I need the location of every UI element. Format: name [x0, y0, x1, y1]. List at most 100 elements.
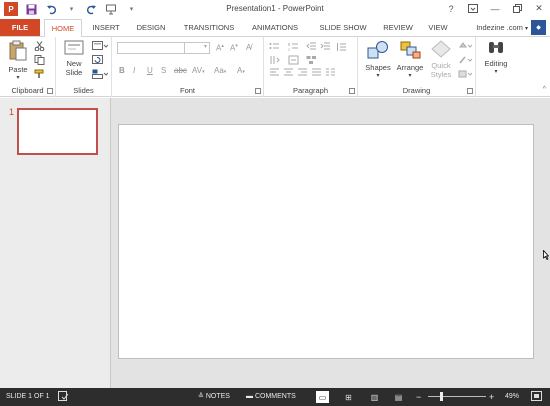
- paste-button[interactable]: Paste ▾: [4, 40, 32, 81]
- tab-transitions[interactable]: TRANSITIONS: [178, 19, 240, 36]
- shapes-icon: [364, 40, 392, 62]
- copy-icon[interactable]: [34, 55, 45, 65]
- window-controls: ? — ✕: [440, 0, 550, 17]
- clear-formatting-icon[interactable]: A̸: [246, 43, 251, 52]
- bold-icon[interactable]: B: [119, 66, 125, 75]
- font-launcher-icon[interactable]: [255, 88, 261, 94]
- drawing-group-label: Drawing: [402, 86, 431, 95]
- minimize-icon[interactable]: —: [484, 0, 506, 17]
- cut-icon[interactable]: [34, 41, 45, 52]
- shape-effects-icon[interactable]: [458, 69, 473, 79]
- spell-check-icon[interactable]: [58, 388, 69, 406]
- character-spacing-icon[interactable]: AV▾: [192, 66, 205, 75]
- convert-to-smartart-icon[interactable]: [306, 55, 317, 65]
- quick-styles-label-2: Styles: [430, 70, 452, 79]
- increase-indent-icon[interactable]: [320, 42, 331, 52]
- paste-label: Paste: [8, 65, 28, 74]
- shape-outline-icon[interactable]: [458, 55, 473, 65]
- align-text-icon[interactable]: [288, 55, 299, 65]
- tab-review[interactable]: REVIEW: [378, 19, 418, 36]
- slide-thumbnail[interactable]: [17, 108, 98, 155]
- status-bar: SLIDE 1 OF 1 ≙ NOTES ▬ COMMENTS ▭ ⊞ ▥ ▤ …: [0, 388, 550, 406]
- grow-font-icon[interactable]: A▴: [216, 43, 224, 53]
- new-slide-label-1: New: [66, 59, 82, 68]
- new-slide-label-2: Slide: [65, 68, 83, 77]
- font-color-icon[interactable]: A▾: [237, 66, 245, 75]
- user-name: Indezine .com: [476, 23, 523, 32]
- zoom-in-icon[interactable]: +: [489, 388, 494, 406]
- shrink-font-icon[interactable]: A▾: [230, 43, 238, 53]
- line-spacing-icon[interactable]: [336, 42, 347, 52]
- paragraph-group-label: Paragraph: [292, 86, 329, 95]
- fit-slide-icon[interactable]: [531, 388, 542, 406]
- align-left-icon[interactable]: [269, 68, 280, 78]
- drawing-launcher-icon[interactable]: [467, 88, 473, 94]
- slides-group-label: Slides: [73, 86, 94, 95]
- chevron-down-icon: ▾: [408, 73, 412, 79]
- quick-styles-icon: [426, 40, 456, 60]
- reading-view-icon[interactable]: ▥: [368, 391, 381, 403]
- chevron-down-icon: ▾: [524, 26, 528, 32]
- user-account[interactable]: Indezine .com ▾: [476, 19, 528, 36]
- shapes-button[interactable]: Shapes ▾: [364, 40, 392, 79]
- section-icon[interactable]: [92, 69, 109, 79]
- reset-slide-icon[interactable]: [92, 55, 103, 65]
- slide-counter: SLIDE 1 OF 1: [6, 393, 50, 400]
- tab-animations[interactable]: ANIMATIONS: [244, 19, 306, 36]
- zoom-slider[interactable]: [428, 396, 486, 397]
- text-direction-icon[interactable]: [269, 55, 280, 65]
- arrange-button[interactable]: Arrange ▾: [395, 40, 425, 79]
- font-group-label: Font: [179, 86, 195, 95]
- tab-slide-show[interactable]: SLIDE SHOW: [312, 19, 374, 36]
- shape-fill-icon[interactable]: [458, 41, 473, 51]
- editing-button[interactable]: Editing ▾: [480, 40, 512, 75]
- decrease-indent-icon[interactable]: [306, 42, 317, 52]
- normal-view-icon[interactable]: ▭: [316, 391, 329, 403]
- paste-icon: [4, 40, 32, 64]
- slide-sorter-icon[interactable]: ⊞: [342, 391, 355, 403]
- group-editing: Editing ▾: [476, 37, 516, 97]
- zoom-slider-thumb[interactable]: [439, 392, 443, 401]
- italic-icon[interactable]: I: [133, 66, 135, 75]
- justify-icon[interactable]: [311, 68, 322, 78]
- format-painter-icon[interactable]: [34, 69, 45, 79]
- tab-view[interactable]: VIEW: [422, 19, 454, 36]
- restore-icon[interactable]: [506, 0, 528, 17]
- slide-canvas[interactable]: [118, 124, 534, 359]
- new-slide-button[interactable]: New Slide: [59, 40, 89, 77]
- account-picture-icon[interactable]: ◆: [531, 20, 546, 35]
- close-icon[interactable]: ✕: [528, 0, 550, 17]
- zoom-level[interactable]: 49%: [505, 388, 519, 406]
- font-size-combo[interactable]: ▾: [184, 42, 210, 54]
- columns-icon[interactable]: [325, 68, 336, 78]
- slide-show-icon[interactable]: ▤: [392, 391, 405, 403]
- bullets-icon[interactable]: [269, 42, 280, 52]
- tab-home[interactable]: HOME: [44, 19, 82, 37]
- paragraph-launcher-icon[interactable]: [349, 88, 355, 94]
- change-case-icon[interactable]: Aa▾: [214, 66, 226, 75]
- layout-icon[interactable]: [92, 41, 109, 51]
- ribbon-display-options-icon[interactable]: [462, 0, 484, 17]
- collapse-ribbon-icon[interactable]: ^: [543, 86, 546, 93]
- binoculars-icon: [480, 40, 512, 58]
- tab-file[interactable]: FILE: [0, 19, 40, 36]
- strikethrough-icon[interactable]: abc: [174, 66, 187, 75]
- zoom-out-icon[interactable]: −: [416, 388, 421, 406]
- title-bar: P ▾ ▾ Presentation1 - PowerPoint ? — ✕: [0, 0, 550, 19]
- align-center-icon[interactable]: [283, 68, 294, 78]
- comments-button[interactable]: ▬ COMMENTS: [246, 388, 296, 406]
- numbering-icon[interactable]: 2: [288, 42, 299, 52]
- notes-button[interactable]: ≙ NOTES: [198, 388, 230, 406]
- quick-styles-button[interactable]: Quick Styles: [426, 40, 456, 79]
- clipboard-launcher-icon[interactable]: [47, 88, 53, 94]
- underline-icon[interactable]: U: [147, 66, 153, 75]
- align-right-icon[interactable]: [297, 68, 308, 78]
- tab-insert[interactable]: INSERT: [86, 19, 126, 36]
- chevron-down-icon: ▾: [376, 73, 380, 79]
- text-shadow-icon[interactable]: S: [161, 66, 166, 75]
- tab-design[interactable]: DESIGN: [130, 19, 172, 36]
- svg-text:2: 2: [288, 47, 291, 52]
- help-button[interactable]: ?: [440, 0, 462, 17]
- chevron-down-icon: ▾: [494, 69, 498, 75]
- editing-label: Editing: [484, 59, 508, 68]
